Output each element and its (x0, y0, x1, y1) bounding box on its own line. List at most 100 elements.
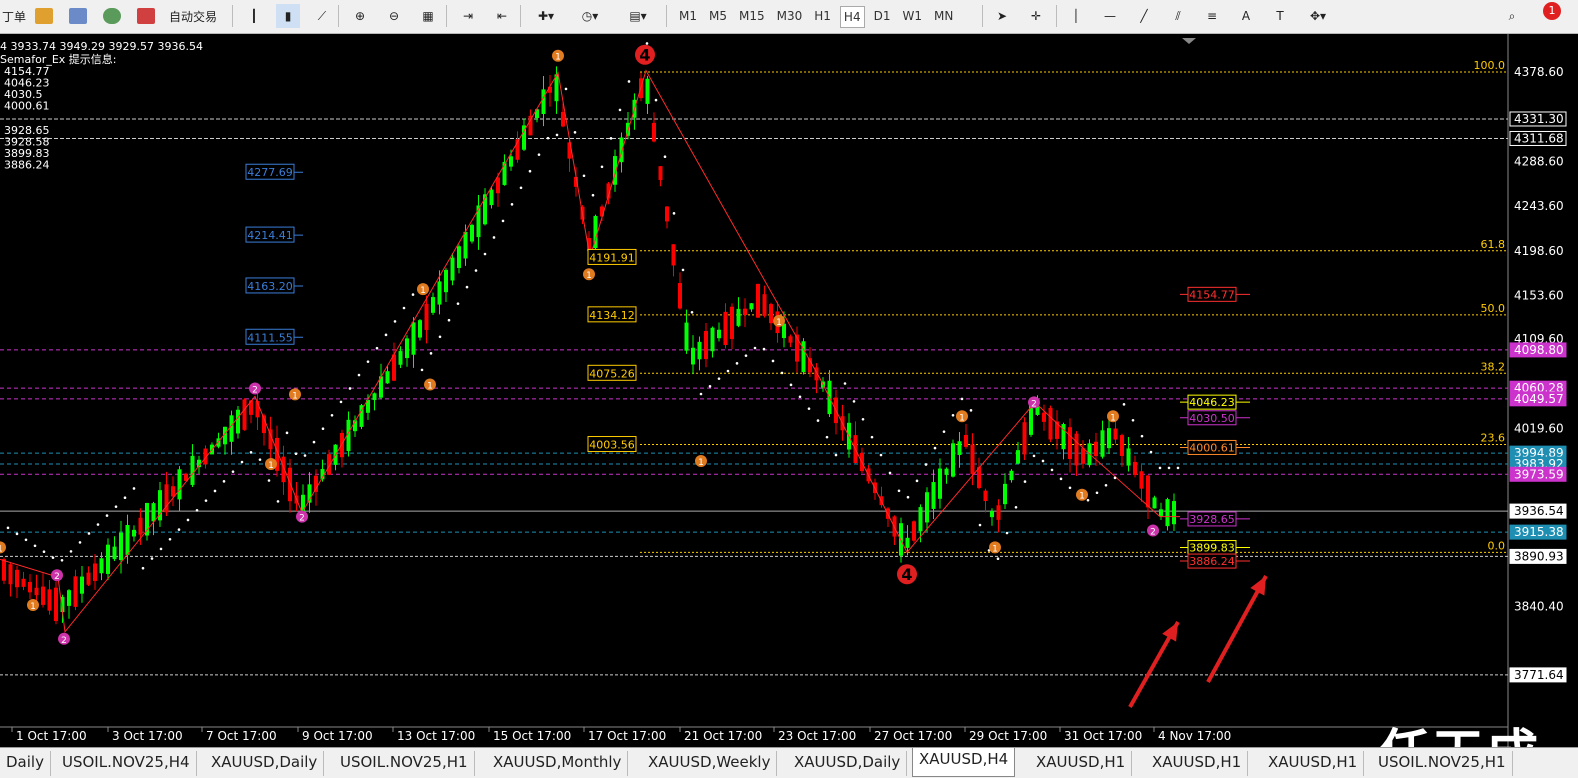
sar-dot (852, 400, 856, 403)
sar-dot (537, 153, 541, 156)
zoom-in-icon[interactable]: ⊕ (348, 4, 372, 28)
semafor-marker-label: 1 (268, 461, 274, 471)
time-label: 21 Oct 17:00 (684, 729, 762, 743)
chart-tab[interactable]: XAUUSD,Daily (788, 751, 908, 776)
zoom-out-icon[interactable]: ⊖ (382, 4, 406, 28)
chart-tab[interactable]: XAUUSD,H1 (1262, 751, 1365, 776)
zigzag-line (0, 69, 1180, 634)
sar-dot (879, 453, 883, 457)
candle-chart-icon[interactable]: ▮ (276, 4, 300, 28)
indicators-icon[interactable]: ✚▾ (530, 4, 562, 28)
templates-icon[interactable]: ▤▾ (620, 4, 656, 28)
channel-icon[interactable]: ⫽ (1166, 4, 1190, 28)
candle-body (15, 569, 19, 588)
line-chart-icon[interactable]: ⟋ (310, 4, 334, 28)
right-level-label: 4030.50 (1189, 412, 1235, 425)
crosshair-icon[interactable]: ✛ (1024, 4, 1048, 28)
sar-dot (1041, 459, 1045, 463)
blue-level-label: 4214.41 (247, 229, 293, 242)
fib-level-label: 0.0 (1488, 539, 1506, 552)
price-chart[interactable]: 100.0 61.8 50.0 38.2 23.6 0.0 1 2 1 2 2 1 1 2 1 1 1 1 1 1 1 2… (0, 34, 1578, 747)
chart-tab[interactable]: Daily (0, 751, 51, 776)
sar-dot (1059, 477, 1063, 481)
menu-fragment[interactable]: 丁单 (0, 4, 28, 28)
shapes-icon[interactable]: ✥▾ (1302, 4, 1334, 28)
sar-dot (96, 523, 100, 526)
candle-body (1068, 427, 1072, 460)
sar-dot (303, 454, 307, 457)
sar-dot (240, 460, 244, 464)
chart-tab[interactable]: USOIL.NOV25,H4 (56, 751, 197, 776)
chart-shift-icon[interactable]: ⇤ (490, 4, 514, 28)
timeframe-d1[interactable]: D1 (871, 6, 894, 28)
semafor-marker-label: 1 (0, 544, 3, 554)
timeframe-m15[interactable]: M15 (736, 6, 768, 28)
candle-body (1081, 448, 1085, 464)
sar-dot (402, 306, 406, 310)
autotrade-icon[interactable] (134, 4, 158, 28)
vertical-line-icon[interactable]: │ (1064, 4, 1088, 28)
chart-tab[interactable]: XAUUSD,H1 (1146, 751, 1249, 776)
timeframe-h4[interactable]: H4 (839, 6, 865, 28)
right-level-label: 3886.24 (1189, 555, 1235, 568)
fibonacci-icon[interactable]: ≡ (1200, 4, 1224, 28)
candle-body (684, 322, 689, 351)
candle-body (151, 503, 156, 522)
autoscroll-icon[interactable]: ⇥ (456, 4, 480, 28)
sar-dot (456, 302, 460, 305)
candle-body (788, 336, 793, 343)
time-label: 7 Oct 17:00 (206, 729, 277, 743)
candle-body (1042, 412, 1046, 422)
candle-body (931, 482, 936, 509)
text-icon[interactable]: A (1234, 4, 1258, 28)
candle-body (86, 572, 91, 585)
sar-dot (789, 383, 793, 387)
cursor-icon[interactable]: ➤ (990, 4, 1014, 28)
timeframe-m1[interactable]: M1 (676, 6, 700, 28)
alert-badge[interactable]: 1 (1543, 2, 1561, 20)
candle-body (1120, 435, 1124, 456)
sar-dot (1032, 454, 1036, 458)
tile-windows-icon[interactable]: ▦ (416, 4, 440, 28)
candle-body (691, 347, 695, 365)
sar-dot (681, 268, 685, 272)
gold-icon[interactable] (32, 4, 56, 28)
sar-dot (726, 369, 730, 373)
sar-dot (870, 435, 874, 439)
globe-icon[interactable] (100, 4, 124, 28)
candle-body (119, 532, 123, 561)
candle-body (749, 303, 754, 310)
bar-chart-icon[interactable]: ┃ (242, 4, 266, 28)
timeframe-m30[interactable]: M30 (774, 6, 806, 28)
fib-level-label: 50.0 (1481, 302, 1506, 315)
horizontal-line-icon[interactable]: — (1098, 4, 1122, 28)
timeframe-mn[interactable]: MN (931, 6, 956, 28)
chart-tab[interactable]: XAUUSD,H4 (912, 748, 1016, 777)
candle-body (106, 544, 110, 574)
chart-tab[interactable]: XAUUSD,H1 (1030, 751, 1133, 776)
trendline-icon[interactable]: ╱ (1132, 4, 1156, 28)
annotation-arrow (1206, 575, 1268, 683)
candle-body (1146, 475, 1150, 508)
sar-dot (618, 108, 622, 112)
chart-tab[interactable]: XAUUSD,Daily (205, 751, 325, 776)
autotrade-button[interactable]: 自动交易 (160, 4, 226, 28)
chart-tab[interactable]: USOIL.NOV25,H1 (334, 751, 475, 776)
profile-icon[interactable] (66, 4, 90, 28)
search-icon[interactable]: ⌕ (1500, 4, 1524, 28)
chart-tab[interactable]: XAUUSD,Monthly (487, 751, 629, 776)
periods-clock-icon[interactable]: ◷▾ (574, 4, 606, 28)
timeframe-w1[interactable]: W1 (899, 6, 925, 28)
timeframe-h1[interactable]: H1 (811, 6, 834, 28)
right-level-label: 4154.77 (1189, 288, 1235, 301)
text-label-icon[interactable]: T (1268, 4, 1292, 28)
sar-dot (150, 557, 154, 560)
sar-dot (933, 446, 937, 450)
candle-body (34, 587, 39, 596)
chart-tab[interactable]: XAUUSD,Weekly (642, 751, 778, 776)
chart-tab[interactable]: USOIL.NOV25,H1 (1372, 751, 1513, 776)
timeframe-m5[interactable]: M5 (706, 6, 730, 28)
candle-body (1016, 450, 1020, 464)
semafor-marker-label: 1 (292, 391, 298, 401)
main-toolbar: 丁单 自动交易 ┃ ▮ ⟋ ⊕ ⊖ ▦ ⇥ ⇤ ✚▾ ◷▾ ▤▾ M1 M5 M15… (0, 0, 1578, 34)
